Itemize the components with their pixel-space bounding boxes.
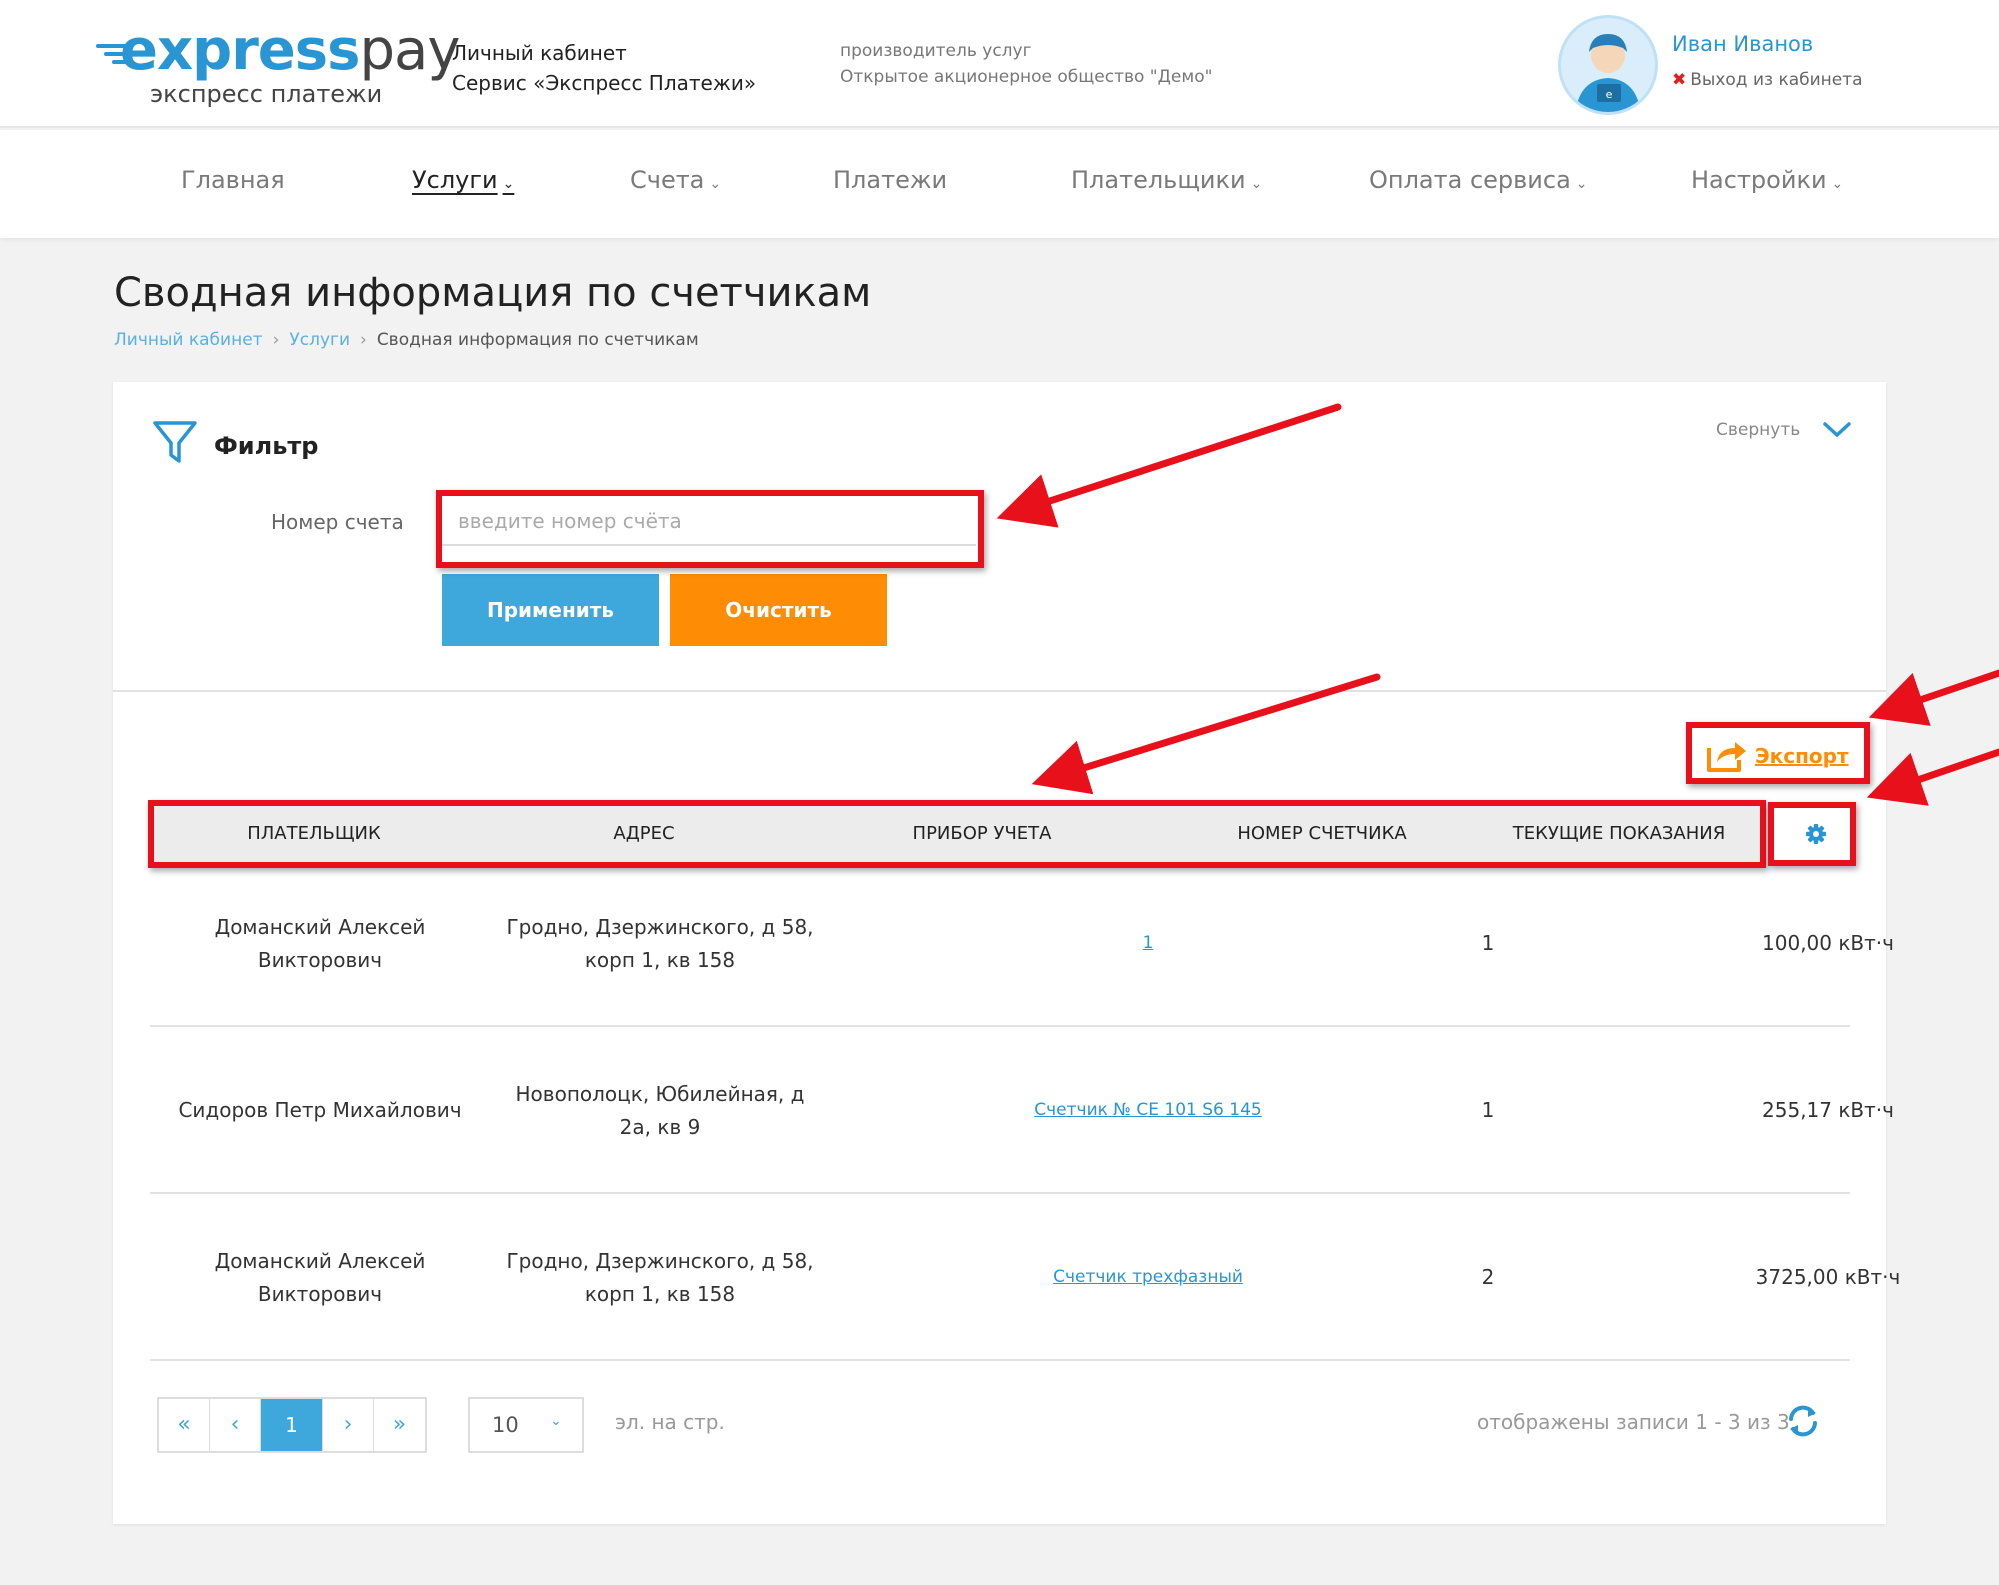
cell-device-link[interactable]: Счетчик № CE 101 S6 145 xyxy=(978,1027,1318,1194)
per-page-label: эл. на стр. xyxy=(615,1410,725,1434)
cell-device-link[interactable]: 1 xyxy=(978,860,1318,1027)
chevron-down-icon: ⌄ xyxy=(1831,176,1844,192)
page-title: Сводная информация по счетчикам xyxy=(114,270,872,316)
nav-home[interactable]: Главная xyxy=(181,166,285,194)
cell-reading: 255,17 кВт·ч xyxy=(1762,1098,1894,1122)
nav-settings[interactable]: Настройки ⌄ xyxy=(1691,166,1843,194)
records-info: отображены записи 1 - 3 из 3 xyxy=(1477,1410,1790,1434)
account-number-label: Номер счета xyxy=(271,510,404,534)
logout-link[interactable]: ✖ Выход из кабинета xyxy=(1672,70,1863,90)
brand-logo[interactable]: expresspay экспресс платежи xyxy=(90,18,460,113)
prev-page-icon[interactable]: ‹ xyxy=(210,1399,261,1451)
filter-divider xyxy=(113,690,1886,692)
cell-meter-number: 1 xyxy=(1481,1098,1495,1122)
chevron-down-icon: ⌄ xyxy=(1575,176,1588,192)
cell-reading: 3725,00 кВт·ч xyxy=(1755,1265,1901,1289)
annotation-box-header xyxy=(148,800,1766,868)
close-icon: ✖ xyxy=(1672,70,1687,90)
nav-payments[interactable]: Платежи xyxy=(833,166,947,194)
apply-button[interactable]: Применить xyxy=(442,574,659,646)
user-avatar-icon[interactable]: e xyxy=(1558,15,1658,115)
nav-services[interactable]: Услуги ⌄ xyxy=(412,166,514,194)
breadcrumb-current: Сводная информация по счетчикам xyxy=(376,330,699,350)
cell-payer: Доманский Алексей Викторович xyxy=(214,914,426,972)
breadcrumb: Личный кабинет › Услуги › Сводная информация… xyxy=(114,330,699,350)
table-row: Доманский Алексей Викторович Гродно, Дзер… xyxy=(150,860,1894,1027)
per-page-select[interactable]: 10 ⌄ xyxy=(468,1397,584,1453)
provider-info: производитель услуг Открытое акционерное… xyxy=(840,41,1213,87)
refresh-icon[interactable] xyxy=(1784,1402,1822,1440)
cell-address: Гродно, Дзержинского, д 58, корп 1, кв 15… xyxy=(506,1248,814,1306)
pagination: « ‹ 1 › » xyxy=(157,1397,427,1453)
per-page-value: 10 xyxy=(492,1413,519,1437)
annotation-box-input xyxy=(436,490,984,568)
cell-reading: 100,00 кВт·ч xyxy=(1762,931,1894,955)
top-header: expresspay экспресс платежи Личный кабин… xyxy=(0,0,1999,128)
clear-button[interactable]: Очистить xyxy=(670,574,887,646)
breadcrumb-services[interactable]: Услуги xyxy=(289,330,350,350)
next-page-icon[interactable]: › xyxy=(323,1399,374,1451)
brand-tagline: экспресс платежи xyxy=(150,80,383,108)
chevron-down-icon: ⌄ xyxy=(1250,176,1263,192)
nav-invoices[interactable]: Счета ⌄ xyxy=(630,166,721,194)
nav-service-payment[interactable]: Оплата сервиса ⌄ xyxy=(1369,166,1588,194)
chevron-down-icon[interactable] xyxy=(1822,418,1852,442)
table-row: Сидоров Петр Михайлович Новополоцк, Юбил… xyxy=(150,1027,1894,1194)
cell-meter-number: 2 xyxy=(1481,1265,1495,1289)
filter-title: Фильтр xyxy=(214,432,319,460)
svg-text:e: e xyxy=(1606,88,1613,101)
first-page-icon[interactable]: « xyxy=(159,1399,210,1451)
chevron-right-icon: › xyxy=(360,330,367,350)
annotation-box-export xyxy=(1686,722,1870,784)
cell-payer: Сидоров Петр Михайлович xyxy=(178,1098,462,1122)
page-number-current[interactable]: 1 xyxy=(261,1399,323,1451)
main-nav: Главная Услуги ⌄ Счета ⌄ Платежи Плательщи… xyxy=(0,130,1999,238)
filter-icon xyxy=(153,421,197,463)
user-name[interactable]: Иван Иванов xyxy=(1672,32,1813,56)
chevron-right-icon: › xyxy=(272,330,280,350)
cell-address: Новополоцк, Юбилейная, д 2а, кв 9 xyxy=(515,1081,805,1139)
nav-payers[interactable]: Плательщики ⌄ xyxy=(1071,166,1262,194)
cabinet-title: Личный кабинет Сервис «Экспресс Платежи» xyxy=(452,41,757,95)
cell-payer: Доманский Алексей Викторович xyxy=(214,1248,426,1306)
chevron-down-icon: ⌄ xyxy=(502,176,515,192)
collapse-link[interactable]: Свернуть xyxy=(1716,420,1800,440)
cell-meter-number: 1 xyxy=(1481,931,1495,955)
annotation-box-gear xyxy=(1768,802,1856,866)
chevron-down-icon: ⌄ xyxy=(550,1413,562,1429)
table-row: Доманский Алексей Викторович Гродно, Дзер… xyxy=(150,1194,1900,1361)
chevron-down-icon: ⌄ xyxy=(709,176,722,192)
last-page-icon[interactable]: » xyxy=(374,1399,425,1451)
cell-address: Гродно, Дзержинского, д 58, корп 1, кв 15… xyxy=(506,914,814,972)
breadcrumb-cabinet[interactable]: Личный кабинет xyxy=(114,330,263,350)
cell-device-link[interactable]: Счетчик трехфазный xyxy=(978,1194,1318,1361)
